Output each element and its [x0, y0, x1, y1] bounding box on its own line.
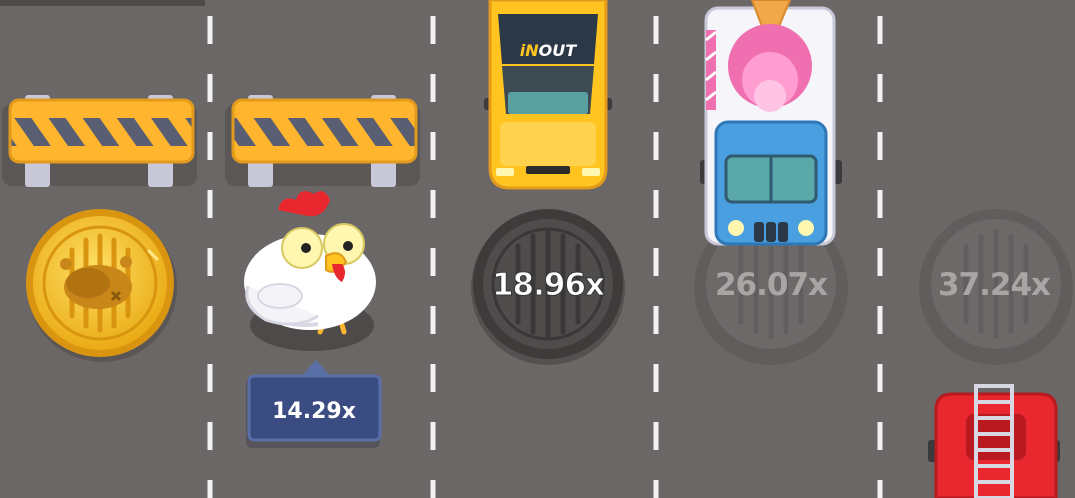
taxi-car: iNOUT [484, 0, 612, 190]
current-multiplier-label: 14.29x [272, 399, 356, 424]
collected-coin [26, 209, 177, 362]
multiplier-label: 26.07x [715, 267, 828, 303]
chicken-player [244, 191, 376, 351]
road-barrier [2, 95, 197, 187]
taxi-brand-logo: iNOUT [520, 41, 577, 60]
multiplier-label: 18.96x [492, 267, 605, 303]
multiplier-label: 37.24x [938, 267, 1051, 303]
manhole-next[interactable]: 18.96x [471, 209, 625, 365]
game-road: 14.29x 18.96x 26.07x 37.24x iNOUT [0, 0, 1075, 498]
road-barrier [225, 95, 420, 187]
fire-truck [928, 384, 1060, 498]
road-scene: 14.29x 18.96x 26.07x 37.24x iNOUT [0, 0, 1073, 498]
current-multiplier-chip: 14.29x [246, 360, 382, 448]
ice-cream-truck [700, 0, 842, 246]
road-edge [0, 0, 205, 6]
